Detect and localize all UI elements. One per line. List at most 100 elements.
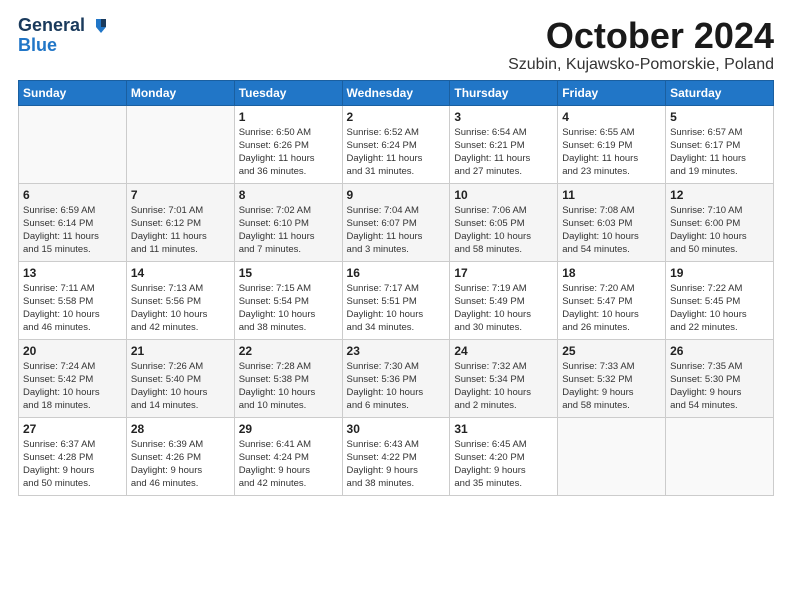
day-number: 20: [23, 344, 122, 358]
col-thursday: Thursday: [450, 80, 558, 105]
calendar-cell: 20 Sunrise: 7:24 AM Sunset: 5:42 PM Dayli…: [19, 339, 127, 417]
calendar-table: Sunday Monday Tuesday Wednesday Thursday…: [18, 80, 774, 496]
day-info: Sunrise: 7:08 AM Sunset: 6:03 PM Dayligh…: [562, 204, 661, 257]
day-number: 7: [131, 188, 230, 202]
day-number: 25: [562, 344, 661, 358]
day-info: Sunrise: 6:54 AM Sunset: 6:21 PM Dayligh…: [454, 126, 553, 179]
day-info: Sunrise: 6:52 AM Sunset: 6:24 PM Dayligh…: [347, 126, 446, 179]
calendar-header: Sunday Monday Tuesday Wednesday Thursday…: [19, 80, 774, 105]
day-info: Sunrise: 6:39 AM Sunset: 4:26 PM Dayligh…: [131, 438, 230, 491]
day-info: Sunrise: 6:41 AM Sunset: 4:24 PM Dayligh…: [239, 438, 338, 491]
day-number: 23: [347, 344, 446, 358]
day-info: Sunrise: 7:06 AM Sunset: 6:05 PM Dayligh…: [454, 204, 553, 257]
calendar-cell: 8Sunrise: 7:02 AM Sunset: 6:10 PM Daylig…: [234, 183, 342, 261]
logo: General Blue: [18, 16, 110, 56]
calendar-body: 1Sunrise: 6:50 AM Sunset: 6:26 PM Daylig…: [19, 105, 774, 495]
header-row: Sunday Monday Tuesday Wednesday Thursday…: [19, 80, 774, 105]
day-info: Sunrise: 6:43 AM Sunset: 4:22 PM Dayligh…: [347, 438, 446, 491]
calendar-cell: 27Sunrise: 6:37 AM Sunset: 4:28 PM Dayli…: [19, 417, 127, 495]
day-info: Sunrise: 7:32 AM Sunset: 5:34 PM Dayligh…: [454, 360, 553, 413]
day-number: 12: [670, 188, 769, 202]
day-number: 29: [239, 422, 338, 436]
calendar-cell: 21 Sunrise: 7:26 AM Sunset: 5:40 PM Dayli…: [126, 339, 234, 417]
calendar-week-1: 1Sunrise: 6:50 AM Sunset: 6:26 PM Daylig…: [19, 105, 774, 183]
calendar-cell: 14 Sunrise: 7:13 AM Sunset: 5:56 PM Dayli…: [126, 261, 234, 339]
calendar-cell: 11 Sunrise: 7:08 AM Sunset: 6:03 PM Dayli…: [558, 183, 666, 261]
location: Szubin, Kujawsko-Pomorskie, Poland: [508, 56, 774, 74]
day-number: 21: [131, 344, 230, 358]
calendar-cell: 9Sunrise: 7:04 AM Sunset: 6:07 PM Daylig…: [342, 183, 450, 261]
calendar-week-4: 20 Sunrise: 7:24 AM Sunset: 5:42 PM Dayli…: [19, 339, 774, 417]
day-info: Sunrise: 7:02 AM Sunset: 6:10 PM Dayligh…: [239, 204, 338, 257]
month-title: October 2024: [508, 16, 774, 56]
calendar-cell: [558, 417, 666, 495]
day-number: 6: [23, 188, 122, 202]
calendar-cell: 5Sunrise: 6:57 AM Sunset: 6:17 PM Daylig…: [666, 105, 774, 183]
day-info: Sunrise: 6:59 AM Sunset: 6:14 PM Dayligh…: [23, 204, 122, 257]
day-number: 22: [239, 344, 338, 358]
day-info: Sunrise: 7:35 AM Sunset: 5:30 PM Dayligh…: [670, 360, 769, 413]
day-number: 5: [670, 110, 769, 124]
day-number: 19: [670, 266, 769, 280]
calendar-cell: 13 Sunrise: 7:11 AM Sunset: 5:58 PM Dayli…: [19, 261, 127, 339]
day-info: Sunrise: 7:22 AM Sunset: 5:45 PM Dayligh…: [670, 282, 769, 335]
calendar-cell: 28 Sunrise: 6:39 AM Sunset: 4:26 PM Dayli…: [126, 417, 234, 495]
day-info: Sunrise: 6:55 AM Sunset: 6:19 PM Dayligh…: [562, 126, 661, 179]
day-info: Sunrise: 7:24 AM Sunset: 5:42 PM Dayligh…: [23, 360, 122, 413]
day-number: 11: [562, 188, 661, 202]
calendar-cell: 25 Sunrise: 7:33 AM Sunset: 5:32 PM Dayli…: [558, 339, 666, 417]
calendar-cell: 24Sunrise: 7:32 AM Sunset: 5:34 PM Dayli…: [450, 339, 558, 417]
calendar-cell: 31Sunrise: 6:45 AM Sunset: 4:20 PM Dayli…: [450, 417, 558, 495]
col-monday: Monday: [126, 80, 234, 105]
calendar-cell: 30 Sunrise: 6:43 AM Sunset: 4:22 PM Dayli…: [342, 417, 450, 495]
header: General Blue October 2024 Szubin, Kujaws…: [18, 16, 774, 74]
calendar-cell: 23 Sunrise: 7:30 AM Sunset: 5:36 PM Dayli…: [342, 339, 450, 417]
day-info: Sunrise: 7:17 AM Sunset: 5:51 PM Dayligh…: [347, 282, 446, 335]
day-number: 26: [670, 344, 769, 358]
calendar-cell: 22 Sunrise: 7:28 AM Sunset: 5:38 PM Dayli…: [234, 339, 342, 417]
col-wednesday: Wednesday: [342, 80, 450, 105]
day-number: 18: [562, 266, 661, 280]
calendar-cell: [666, 417, 774, 495]
page: General Blue October 2024 Szubin, Kujaws…: [0, 0, 792, 508]
day-number: 27: [23, 422, 122, 436]
day-info: Sunrise: 7:13 AM Sunset: 5:56 PM Dayligh…: [131, 282, 230, 335]
col-sunday: Sunday: [19, 80, 127, 105]
calendar-week-5: 27Sunrise: 6:37 AM Sunset: 4:28 PM Dayli…: [19, 417, 774, 495]
day-info: Sunrise: 7:20 AM Sunset: 5:47 PM Dayligh…: [562, 282, 661, 335]
day-info: Sunrise: 7:19 AM Sunset: 5:49 PM Dayligh…: [454, 282, 553, 335]
calendar-cell: 12Sunrise: 7:10 AM Sunset: 6:00 PM Dayli…: [666, 183, 774, 261]
day-info: Sunrise: 7:28 AM Sunset: 5:38 PM Dayligh…: [239, 360, 338, 413]
day-number: 9: [347, 188, 446, 202]
day-number: 30: [347, 422, 446, 436]
col-saturday: Saturday: [666, 80, 774, 105]
day-info: Sunrise: 7:11 AM Sunset: 5:58 PM Dayligh…: [23, 282, 122, 335]
day-info: Sunrise: 7:15 AM Sunset: 5:54 PM Dayligh…: [239, 282, 338, 335]
day-number: 4: [562, 110, 661, 124]
calendar-week-3: 13 Sunrise: 7:11 AM Sunset: 5:58 PM Dayli…: [19, 261, 774, 339]
day-number: 28: [131, 422, 230, 436]
calendar-cell: [19, 105, 127, 183]
calendar-cell: 16 Sunrise: 7:17 AM Sunset: 5:51 PM Dayli…: [342, 261, 450, 339]
day-number: 3: [454, 110, 553, 124]
calendar-cell: [126, 105, 234, 183]
day-number: 13: [23, 266, 122, 280]
col-friday: Friday: [558, 80, 666, 105]
calendar-cell: 1Sunrise: 6:50 AM Sunset: 6:26 PM Daylig…: [234, 105, 342, 183]
day-info: Sunrise: 7:33 AM Sunset: 5:32 PM Dayligh…: [562, 360, 661, 413]
day-info: Sunrise: 7:26 AM Sunset: 5:40 PM Dayligh…: [131, 360, 230, 413]
day-number: 17: [454, 266, 553, 280]
day-info: Sunrise: 7:30 AM Sunset: 5:36 PM Dayligh…: [347, 360, 446, 413]
calendar-cell: 2 Sunrise: 6:52 AM Sunset: 6:24 PM Daylig…: [342, 105, 450, 183]
day-number: 31: [454, 422, 553, 436]
calendar-cell: 10Sunrise: 7:06 AM Sunset: 6:05 PM Dayli…: [450, 183, 558, 261]
day-number: 16: [347, 266, 446, 280]
calendar-cell: 18 Sunrise: 7:20 AM Sunset: 5:47 PM Dayli…: [558, 261, 666, 339]
day-number: 2: [347, 110, 446, 124]
calendar-cell: 3 Sunrise: 6:54 AM Sunset: 6:21 PM Daylig…: [450, 105, 558, 183]
day-info: Sunrise: 6:50 AM Sunset: 6:26 PM Dayligh…: [239, 126, 338, 179]
day-number: 15: [239, 266, 338, 280]
col-tuesday: Tuesday: [234, 80, 342, 105]
calendar-cell: 4 Sunrise: 6:55 AM Sunset: 6:19 PM Daylig…: [558, 105, 666, 183]
day-number: 14: [131, 266, 230, 280]
